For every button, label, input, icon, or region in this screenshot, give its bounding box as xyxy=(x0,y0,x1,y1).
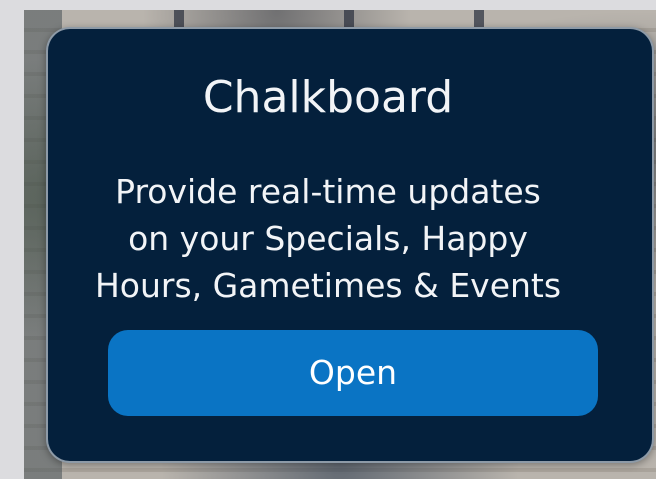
description-line: Hours, Gametimes & Events xyxy=(94,266,562,305)
description-line: Provide real-time updates xyxy=(115,172,541,211)
description-line: on your Specials, Happy xyxy=(128,219,528,258)
screen: Chalkboard Provide real-time updates on … xyxy=(0,0,656,479)
popup-title: Chalkboard xyxy=(202,72,454,123)
popup-description: Provide real-time updates on your Specia… xyxy=(20,168,636,309)
open-button[interactable]: Open xyxy=(108,330,598,416)
